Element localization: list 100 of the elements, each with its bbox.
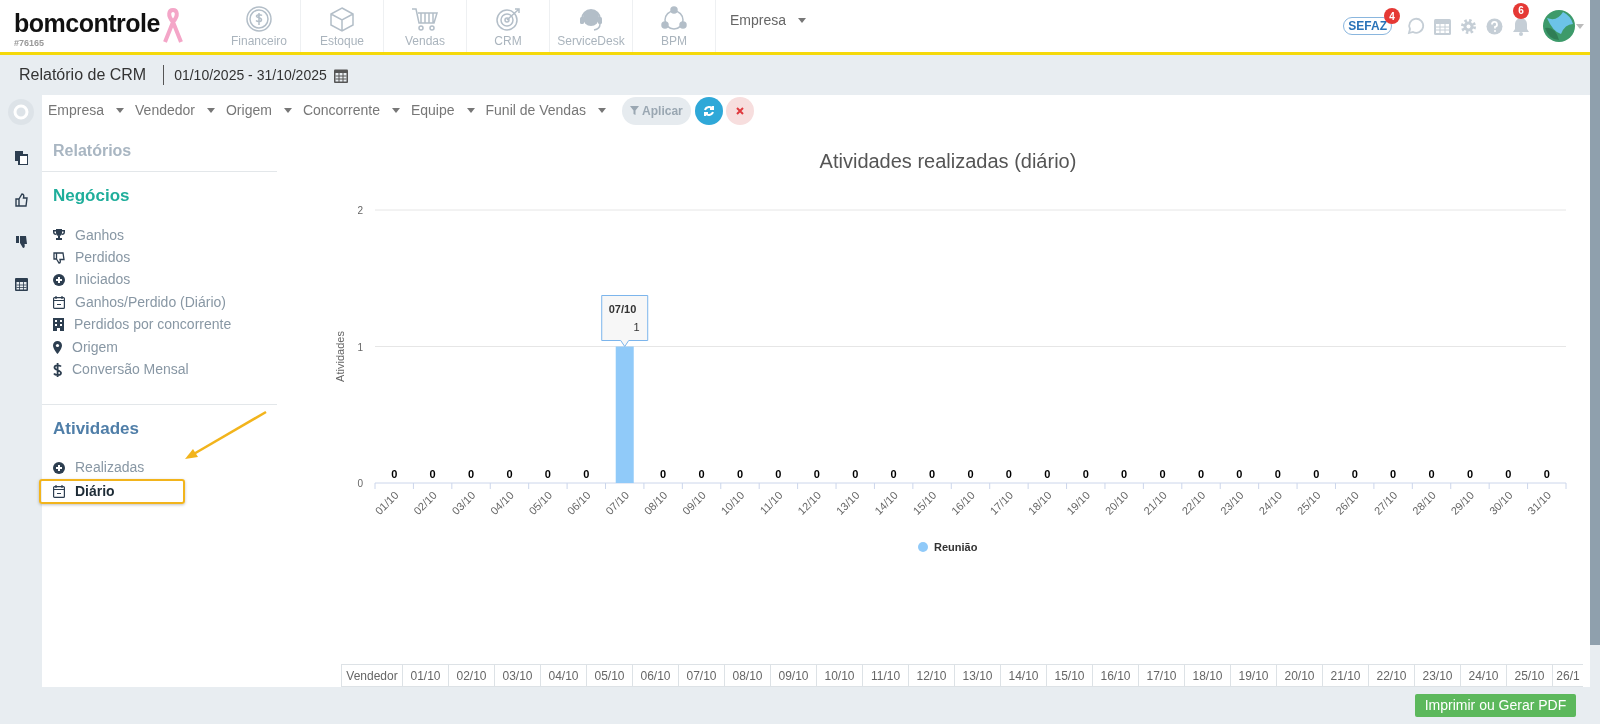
filter-dropdown[interactable]: Vendedor [135,100,215,121]
table-header-cell: 10/10 [817,664,863,687]
refresh-button[interactable] [694,96,723,125]
caret-icon [207,108,215,113]
axis-tick-label: 2 [357,205,363,216]
data-label: 0 [1351,468,1358,480]
data-label: 0 [429,468,436,480]
table-header-cell: 12/10 [909,664,955,687]
data-label: 0 [391,468,398,480]
module-tab[interactable]: Vendas [384,0,467,52]
module-tab[interactable]: Financeiro [218,0,301,52]
table-header-cell: 15/10 [1047,664,1093,687]
table-header-cell: 07/10 [679,664,725,687]
table-header-cell: 02/10 [449,664,495,687]
chart-tooltip [601,295,649,347]
data-label: 0 [813,468,820,480]
filter-dropdown[interactable]: Concorrente [302,100,400,121]
page-title: Relatório de CRM [19,65,147,85]
calendar-icon[interactable] [14,277,28,291]
table-header-cell: 01/10 [403,664,449,687]
bell-icon[interactable] [1512,16,1530,36]
section-heading: Atividades [53,417,140,440]
thumbs-down-icon [53,251,65,264]
caret-icon [116,108,125,113]
section-heading: Negócios [53,185,131,207]
data-label: 0 [468,468,475,480]
data-label: 0 [929,468,936,480]
close-icon [735,106,744,115]
table-header-cell: 24/10 [1461,664,1507,687]
caret-icon [391,108,400,113]
data-label: 0 [583,468,590,480]
thumbs-down-icon[interactable] [14,235,28,249]
sidebar-item[interactable]: Origem [53,335,278,359]
company-menu[interactable]: Empresa [730,0,807,40]
data-label: 0 [775,468,782,480]
sidebar-item[interactable]: Ganhos [53,224,278,247]
plus-circle-icon [53,461,65,474]
axis-title: Atividades [334,331,346,382]
module-tab[interactable]: ServiceDesk [550,0,633,52]
sidebar-item[interactable]: Conversão Mensal [53,358,278,381]
table-header-cell: 04/10 [541,664,587,687]
table-header-cell: 14/10 [1001,664,1047,687]
clear-button[interactable] [725,96,754,125]
network-icon [659,4,689,33]
avatar[interactable] [1543,10,1575,42]
filter-dropdown[interactable]: Funil de Vendas [485,100,606,121]
sidebar-item[interactable]: Diário [39,479,185,505]
tooltip-title: 07/10 [608,302,637,315]
scrollbar[interactable] [1590,0,1600,645]
sidebar-item[interactable]: Perdidos [53,246,278,269]
coin-icon [245,4,273,33]
data-label: 0 [1159,468,1166,480]
table-header-cell: 05/10 [587,664,633,687]
legend-label[interactable]: Reunião [934,541,978,553]
filter-dropdown[interactable]: Equipe [410,100,475,121]
caret-icon [597,108,606,113]
data-label: 0 [1121,468,1128,480]
data-label: 0 [1044,468,1051,480]
dollar-icon [53,362,62,377]
module-tab[interactable]: CRM [467,0,550,52]
sidebar-item[interactable]: Iniciados [53,268,278,292]
count-badge: 6 [1513,2,1529,19]
axis-tick-label: 0 [357,478,363,489]
table-header-cell: 09/10 [771,664,817,687]
account-number: #76165 [14,38,46,48]
filter-dropdown[interactable]: Empresa [48,100,125,121]
filter-icon [630,106,640,115]
data-label: 0 [1082,468,1089,480]
logo[interactable]: bomcontrole [14,10,160,36]
documents-icon[interactable] [14,151,28,165]
table-header-cell: 25/10 [1507,664,1553,687]
print-button[interactable]: Imprimir ou Gerar PDF [1415,694,1576,717]
sidebar-item[interactable]: Realizadas [53,456,278,480]
table-header-cell: 19/10 [1231,664,1277,687]
date-range[interactable]: 01/10/2025 - 31/10/2025 [174,64,327,86]
apply-button[interactable]: Aplicar [621,96,691,125]
building-icon [53,318,64,332]
sidebar-item[interactable]: Ganhos/Perdido (Diário) [53,291,278,314]
data-label: 0 [1428,468,1435,480]
caret-icon [798,17,807,23]
table-header-cell: 16/10 [1093,664,1139,687]
data-label: 0 [660,468,667,480]
thumbs-up-icon[interactable] [14,193,28,207]
axis-tick-label: 1 [357,341,363,353]
sidebar-item[interactable]: Perdidos por concorrente [53,313,278,336]
data-label: 0 [1543,468,1550,480]
data-label: 0 [1274,468,1281,480]
ribbon-icon [161,8,184,44]
trophy-icon [53,229,65,242]
table-header-cell: 11/10 [863,664,909,687]
table-header-cell: 03/10 [495,664,541,687]
caret-icon [1576,23,1584,29]
data-label: 0 [1313,468,1320,480]
module-tab[interactable]: BPM [633,0,716,52]
data-label: 0 [1466,468,1473,480]
filter-dropdown[interactable]: Origem [226,100,292,121]
table-header-cell: 26/1 [1553,664,1583,687]
calendar-icon[interactable] [333,67,348,83]
data-label: 0 [1197,468,1205,480]
module-tab[interactable]: Estoque [301,0,384,52]
